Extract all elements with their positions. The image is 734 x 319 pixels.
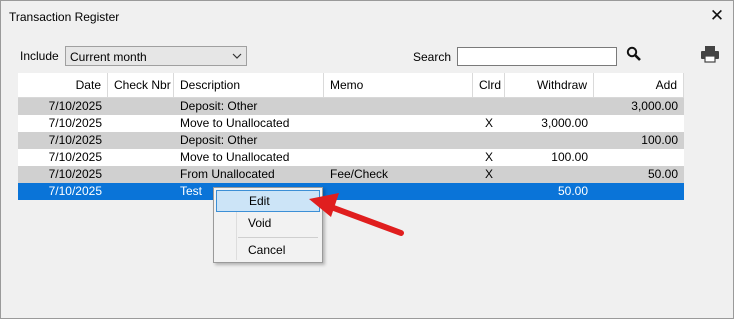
cell-memo	[324, 98, 473, 115]
header-date[interactable]: Date	[18, 73, 108, 97]
cell-clrd: X	[484, 116, 493, 130]
cell-date: 7/10/2025	[48, 184, 102, 198]
cell-check	[108, 166, 174, 183]
cell-check	[108, 98, 174, 115]
cell-withdraw: 50.00	[557, 184, 588, 198]
cell-description: Move to Unallocated	[180, 150, 290, 164]
cell-add: 100.00	[641, 133, 678, 147]
table-row[interactable]: 7/10/2025 Deposit: Other 100.00	[18, 132, 684, 149]
transaction-register-window: Transaction Register ✕ Include Current m…	[0, 0, 734, 319]
transaction-grid[interactable]: Date Check Nbr Description Memo Clrd Wit…	[18, 73, 684, 200]
header-check-nbr[interactable]: Check Nbr	[108, 73, 174, 97]
cell-clrd	[473, 183, 505, 200]
cell-check	[108, 183, 174, 200]
cell-withdraw: 3,000.00	[541, 116, 588, 130]
cell-check	[108, 132, 174, 149]
table-row[interactable]: 7/10/2025 Deposit: Other 3,000.00	[18, 98, 684, 115]
include-label: Include	[20, 49, 59, 63]
cell-add: 50.00	[647, 167, 678, 181]
search-label: Search	[413, 50, 452, 64]
cell-date: 7/10/2025	[48, 150, 102, 164]
header-memo[interactable]: Memo	[324, 73, 473, 97]
cell-check	[108, 149, 174, 166]
cell-memo	[324, 132, 473, 149]
header-withdraw[interactable]: Withdraw	[505, 73, 594, 97]
header-add[interactable]: Add	[594, 73, 684, 97]
cell-add	[594, 149, 684, 166]
cell-description: Deposit: Other	[180, 133, 258, 147]
header-clrd[interactable]: Clrd	[473, 73, 505, 97]
cell-add	[594, 115, 684, 132]
search-icon[interactable]	[625, 45, 643, 63]
chevron-down-icon	[232, 48, 242, 67]
cell-withdraw: 100.00	[551, 150, 588, 164]
grid-header: Date Check Nbr Description Memo Clrd Wit…	[18, 73, 684, 98]
cell-withdraw	[505, 166, 594, 183]
header-description[interactable]: Description	[174, 73, 324, 97]
cell-check	[108, 115, 174, 132]
cell-description: Move to Unallocated	[180, 116, 290, 130]
cell-clrd	[473, 98, 505, 115]
search-input[interactable]	[457, 47, 617, 66]
close-icon[interactable]: ✕	[707, 6, 727, 26]
table-row[interactable]: 7/10/2025 From Unallocated Fee/Check X 5…	[18, 166, 684, 183]
cell-description: From Unallocated	[180, 167, 275, 181]
cell-date: 7/10/2025	[48, 116, 102, 130]
cell-add: 3,000.00	[631, 99, 678, 113]
table-row[interactable]: 7/10/2025 Move to Unallocated X 100.00	[18, 149, 684, 166]
include-dropdown[interactable]: Current month	[65, 46, 247, 66]
red-arrow-annotation	[309, 193, 404, 236]
cell-date: 7/10/2025	[48, 133, 102, 147]
cell-date: 7/10/2025	[48, 99, 102, 113]
menu-item-cancel[interactable]: Cancel	[216, 239, 320, 261]
table-row[interactable]: 7/10/2025 Move to Unallocated X 3,000.00	[18, 115, 684, 132]
cell-memo	[324, 115, 473, 132]
title-bar: Transaction Register ✕	[1, 1, 733, 33]
cell-withdraw	[505, 132, 594, 149]
include-dropdown-value: Current month	[70, 50, 147, 64]
cell-clrd: X	[484, 150, 493, 164]
cell-description: Deposit: Other	[180, 99, 258, 113]
cell-clrd	[473, 132, 505, 149]
cell-add	[594, 183, 684, 200]
window-title: Transaction Register	[9, 10, 120, 24]
cell-clrd: X	[484, 167, 493, 181]
cell-memo	[324, 149, 473, 166]
cell-memo: Fee/Check	[330, 167, 389, 181]
cell-date: 7/10/2025	[48, 167, 102, 181]
cell-withdraw	[505, 98, 594, 115]
printer-icon[interactable]	[700, 44, 720, 64]
